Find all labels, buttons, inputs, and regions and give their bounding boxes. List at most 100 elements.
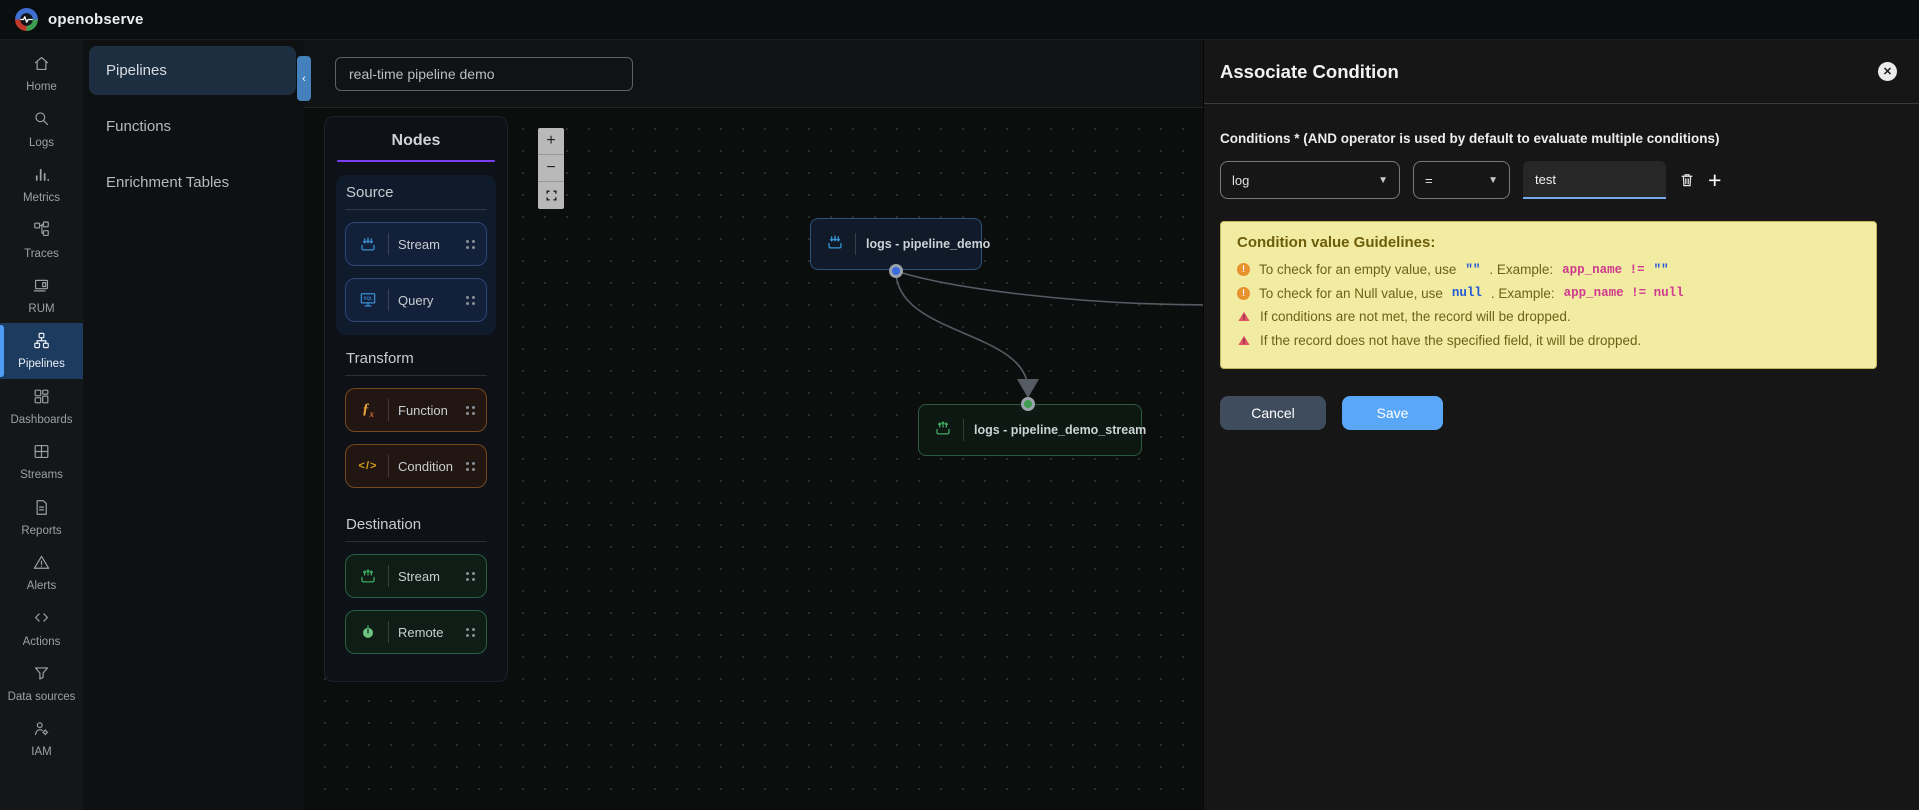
flow-node-label: logs - pipeline_demo_stream <box>974 423 1147 437</box>
sidebar-item-rum[interactable]: RUM <box>0 268 83 323</box>
palette-item-label: Function <box>398 402 448 418</box>
sidebar-item-alerts[interactable]: Alerts <box>0 545 83 600</box>
sidebar-item-label: Data sources <box>7 691 76 704</box>
condition-row: log ▼ = ▼ + <box>1220 161 1899 199</box>
sidebar-item-metrics[interactable]: Metrics <box>0 157 83 212</box>
cancel-button[interactable]: Cancel <box>1220 396 1326 431</box>
app-root: openobserve Home Logs Metrics Traces RUM Pipe… <box>0 0 1919 810</box>
operator-select[interactable]: = ▼ <box>1413 161 1510 199</box>
chevron-down-icon: ▼ <box>1378 174 1388 186</box>
actions-icon <box>32 608 51 631</box>
warning-icon <box>1238 335 1250 345</box>
pipeline-toolbar <box>304 40 1203 108</box>
dialog-actions: Cancel Save <box>1220 396 1899 431</box>
sidebar-item-iam[interactable]: IAM <box>0 711 83 766</box>
input-port[interactable] <box>1021 397 1035 411</box>
dialog-header: Associate Condition ✕ <box>1204 40 1919 104</box>
sidebar-item-streams[interactable]: Streams <box>0 434 83 489</box>
error-icon: ! <box>1237 263 1250 277</box>
condition-value-input[interactable] <box>1523 161 1666 199</box>
sidebar-item-reports[interactable]: Reports <box>0 490 83 545</box>
sidebar-item-home[interactable]: Home <box>0 46 83 101</box>
divider <box>388 289 389 311</box>
subnav-panel: Pipelines Functions Enrichment Tables <box>83 40 304 810</box>
collapse-panel-button[interactable]: ‹ <box>297 56 311 101</box>
drag-handle-icon[interactable] <box>466 295 475 305</box>
flow-node-destination[interactable]: logs - pipeline_demo_stream <box>918 404 1146 456</box>
chevron-down-icon: ▼ <box>1488 174 1498 186</box>
pipeline-name-input[interactable] <box>335 56 633 91</box>
subnav-item-pipelines[interactable]: Pipelines <box>89 46 296 95</box>
drag-handle-icon[interactable] <box>466 571 475 581</box>
sidebar-item-traces[interactable]: Traces <box>0 212 83 267</box>
delete-condition-button[interactable] <box>1678 171 1696 189</box>
subnav-item-enrichment-tables[interactable]: Enrichment Tables <box>89 158 296 207</box>
palette-item-source-stream[interactable]: Stream <box>345 222 487 266</box>
save-button[interactable]: Save <box>1342 396 1443 431</box>
palette-item-transform-condition[interactable]: </> Condition <box>345 444 487 488</box>
guideline-item: ! To check for an Null value, use null. E… <box>1237 284 1860 304</box>
drag-handle-icon[interactable] <box>466 461 475 471</box>
nodes-palette-panel: Nodes Source Stream SQL Query Transform ƒx Fun… <box>324 116 508 682</box>
guideline-item: ! To check for an empty value, use "". Ex… <box>1237 260 1860 280</box>
fit-view-icon <box>545 190 557 201</box>
openobserve-logo-icon <box>15 8 38 31</box>
fit-view-button[interactable] <box>538 182 564 209</box>
palette-item-transform-function[interactable]: ƒx Function <box>345 388 487 432</box>
pipelines-icon <box>32 331 51 354</box>
column-select-value: log <box>1232 172 1250 188</box>
query-icon: SQL <box>357 290 379 310</box>
divider <box>388 399 389 421</box>
warning-icon <box>1238 312 1250 322</box>
home-icon <box>32 54 51 77</box>
stream-out-icon <box>357 566 379 586</box>
zoom-in-button[interactable]: + <box>538 128 564 155</box>
subnav-item-label: Pipelines <box>106 62 167 79</box>
streams-icon <box>32 442 51 465</box>
palette-item-label: Stream <box>398 236 440 252</box>
node-group-transform: Transform ƒx Function </> Condition <box>336 341 496 501</box>
stream-in-icon <box>357 234 379 254</box>
sidebar-item-label: Logs <box>29 136 54 149</box>
drag-handle-icon[interactable] <box>466 627 475 637</box>
associate-condition-dialog: Associate Condition ✕ Conditions * (AND … <box>1203 40 1919 810</box>
error-icon: ! <box>1237 286 1250 300</box>
node-group-destination: Destination Stream Remote <box>336 507 496 667</box>
group-header: Transform <box>345 348 487 376</box>
column-select[interactable]: log ▼ <box>1220 161 1400 199</box>
sidebar-item-actions[interactable]: Actions <box>0 600 83 655</box>
sidebar-item-pipelines[interactable]: Pipelines <box>0 323 83 379</box>
reports-icon <box>32 498 51 521</box>
drag-handle-icon[interactable] <box>466 405 475 415</box>
drag-handle-icon[interactable] <box>466 239 475 249</box>
sidebar-item-dashboards[interactable]: Dashboards <box>0 379 83 434</box>
condition-icon: </> <box>358 460 378 472</box>
output-port[interactable] <box>889 264 903 278</box>
sidebar-item-label: Streams <box>20 469 63 482</box>
stream-in-icon <box>825 232 845 257</box>
main-area: ‹ Nodes Source Stream SQL Query Transform ƒx F… <box>297 40 1203 810</box>
flow-node-source[interactable]: logs - pipeline_demo <box>810 218 990 270</box>
metrics-icon <box>32 165 51 188</box>
sidebar-item-label: Dashboards <box>10 413 73 426</box>
dialog-body: Conditions * (AND operator is used by de… <box>1204 104 1919 431</box>
subnav-item-functions[interactable]: Functions <box>89 102 296 151</box>
add-condition-button[interactable]: + <box>1708 168 1721 192</box>
palette-item-destination-remote[interactable]: Remote <box>345 610 487 654</box>
guideline-item: If the record does not have the specifie… <box>1237 331 1860 351</box>
palette-item-destination-stream[interactable]: Stream <box>345 554 487 598</box>
close-icon[interactable]: ✕ <box>1878 62 1897 81</box>
zoom-out-button[interactable]: − <box>538 155 564 182</box>
sidebar-item-data-sources[interactable]: Data sources <box>0 656 83 711</box>
sidebar-item-label: RUM <box>28 302 55 315</box>
remote-icon <box>357 622 379 642</box>
sidebar-item-label: Home <box>26 81 57 94</box>
palette-item-source-query[interactable]: SQL Query <box>345 278 487 322</box>
sidebar-item-logs[interactable]: Logs <box>0 101 83 156</box>
dashboards-icon <box>32 387 51 410</box>
palette-item-label: Query <box>398 292 434 308</box>
sidebar-item-label: Actions <box>22 635 61 648</box>
sidebar-nav: Home Logs Metrics Traces RUM Pipelines Dashboa… <box>0 40 83 810</box>
pipeline-canvas[interactable]: Nodes Source Stream SQL Query Transform ƒx Fun… <box>304 108 1203 810</box>
zoom-controls: + − <box>538 128 564 209</box>
